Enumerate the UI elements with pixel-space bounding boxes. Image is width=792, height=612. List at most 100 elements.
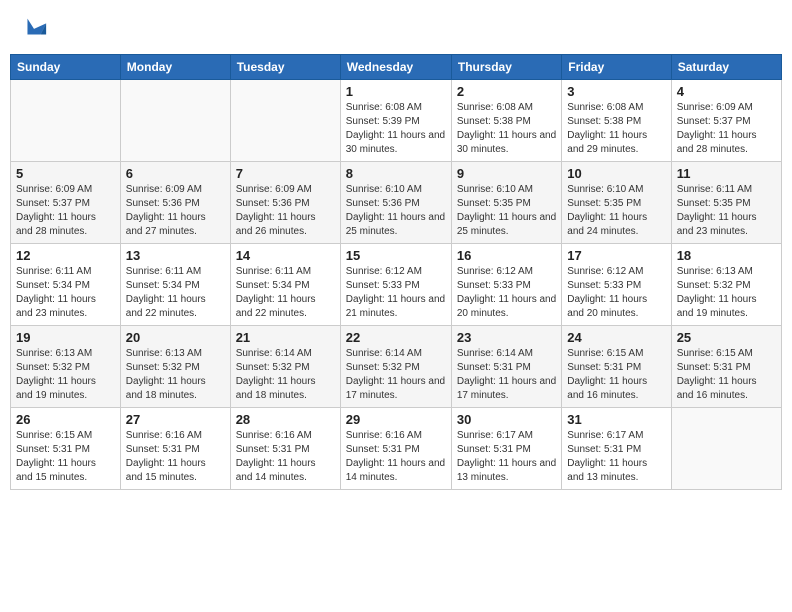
day-number: 6 (126, 166, 225, 181)
calendar-header-row: SundayMondayTuesdayWednesdayThursdayFrid… (11, 55, 782, 80)
calendar-week-row: 1 Sunrise: 6:08 AMSunset: 5:39 PMDaylight… (11, 80, 782, 162)
day-number: 7 (236, 166, 335, 181)
day-number: 18 (677, 248, 776, 263)
day-info: Sunrise: 6:11 AMSunset: 5:35 PMDaylight:… (677, 183, 776, 239)
day-info: Sunrise: 6:14 AMSunset: 5:32 PMDaylight:… (346, 347, 446, 403)
column-header-monday: Monday (120, 55, 230, 80)
day-number: 12 (16, 248, 115, 263)
header (10, 10, 782, 46)
day-info: Sunrise: 6:15 AMSunset: 5:31 PMDaylight:… (677, 347, 776, 403)
logo-icon (20, 14, 48, 42)
calendar-day-cell: 30 Sunrise: 6:17 AMSunset: 5:31 PMDayligh… (451, 408, 561, 490)
day-info: Sunrise: 6:15 AMSunset: 5:31 PMDaylight:… (567, 347, 665, 403)
calendar-day-cell: 22Sunrise: 6:14 AMSunset: 5:32 PMDayligh… (340, 326, 451, 408)
day-number: 10 (567, 166, 665, 181)
day-info: Sunrise: 6:10 AMSunset: 5:35 PMDaylight:… (457, 183, 556, 239)
day-info: Sunrise: 6:10 AMSunset: 5:36 PMDaylight:… (346, 183, 446, 239)
day-info: Sunrise: 6:13 AMSunset: 5:32 PMDaylight:… (16, 347, 115, 403)
calendar-day-cell: 28 Sunrise: 6:16 AMSunset: 5:31 PMDayligh… (230, 408, 340, 490)
calendar-day-cell: 18 Sunrise: 6:13 AMSunset: 5:32 PMDayligh… (671, 244, 781, 326)
day-number: 27 (126, 412, 225, 427)
logo (18, 14, 48, 42)
day-number: 4 (677, 84, 776, 99)
day-number: 16 (457, 248, 556, 263)
column-header-wednesday: Wednesday (340, 55, 451, 80)
calendar-day-cell: 15Sunrise: 6:12 AMSunset: 5:33 PMDayligh… (340, 244, 451, 326)
calendar-day-cell: 17Sunrise: 6:12 AMSunset: 5:33 PMDayligh… (562, 244, 671, 326)
day-number: 24 (567, 330, 665, 345)
day-info: Sunrise: 6:13 AMSunset: 5:32 PMDaylight:… (126, 347, 225, 403)
day-number: 19 (16, 330, 115, 345)
day-info: Sunrise: 6:12 AMSunset: 5:33 PMDaylight:… (457, 265, 556, 321)
calendar-day-cell: 9 Sunrise: 6:10 AMSunset: 5:35 PMDaylight… (451, 162, 561, 244)
calendar-day-cell (671, 408, 781, 490)
day-number: 14 (236, 248, 335, 263)
day-info: Sunrise: 6:09 AMSunset: 5:36 PMDaylight:… (236, 183, 335, 239)
day-info: Sunrise: 6:08 AMSunset: 5:39 PMDaylight:… (346, 101, 446, 157)
calendar-day-cell: 25 Sunrise: 6:15 AMSunset: 5:31 PMDayligh… (671, 326, 781, 408)
calendar-day-cell: 5Sunrise: 6:09 AMSunset: 5:37 PMDaylight… (11, 162, 121, 244)
calendar-day-cell: 13 Sunrise: 6:11 AMSunset: 5:34 PMDayligh… (120, 244, 230, 326)
calendar-day-cell: 4 Sunrise: 6:09 AMSunset: 5:37 PMDaylight… (671, 80, 781, 162)
calendar-day-cell: 23Sunrise: 6:14 AMSunset: 5:31 PMDayligh… (451, 326, 561, 408)
calendar-day-cell: 21Sunrise: 6:14 AMSunset: 5:32 PMDayligh… (230, 326, 340, 408)
calendar-day-cell: 7 Sunrise: 6:09 AMSunset: 5:36 PMDaylight… (230, 162, 340, 244)
day-info: Sunrise: 6:12 AMSunset: 5:33 PMDaylight:… (346, 265, 446, 321)
day-info: Sunrise: 6:11 AMSunset: 5:34 PMDaylight:… (236, 265, 335, 321)
day-number: 5 (16, 166, 115, 181)
calendar-day-cell: 11 Sunrise: 6:11 AMSunset: 5:35 PMDayligh… (671, 162, 781, 244)
calendar-day-cell: 31 Sunrise: 6:17 AMSunset: 5:31 PMDayligh… (562, 408, 671, 490)
calendar-day-cell: 10 Sunrise: 6:10 AMSunset: 5:35 PMDayligh… (562, 162, 671, 244)
day-info: Sunrise: 6:11 AMSunset: 5:34 PMDaylight:… (16, 265, 115, 321)
day-info: Sunrise: 6:11 AMSunset: 5:34 PMDaylight:… (126, 265, 225, 321)
calendar-day-cell: 20 Sunrise: 6:13 AMSunset: 5:32 PMDayligh… (120, 326, 230, 408)
calendar-day-cell (230, 80, 340, 162)
calendar-day-cell: 26Sunrise: 6:15 AMSunset: 5:31 PMDayligh… (11, 408, 121, 490)
calendar-week-row: 26Sunrise: 6:15 AMSunset: 5:31 PMDayligh… (11, 408, 782, 490)
calendar-week-row: 19 Sunrise: 6:13 AMSunset: 5:32 PMDayligh… (11, 326, 782, 408)
calendar-day-cell: 27 Sunrise: 6:16 AMSunset: 5:31 PMDayligh… (120, 408, 230, 490)
calendar-week-row: 5Sunrise: 6:09 AMSunset: 5:37 PMDaylight… (11, 162, 782, 244)
column-header-friday: Friday (562, 55, 671, 80)
day-info: Sunrise: 6:09 AMSunset: 5:36 PMDaylight:… (126, 183, 225, 239)
day-number: 20 (126, 330, 225, 345)
day-number: 29 (346, 412, 446, 427)
day-info: Sunrise: 6:16 AMSunset: 5:31 PMDaylight:… (346, 429, 446, 485)
calendar-day-cell: 19 Sunrise: 6:13 AMSunset: 5:32 PMDayligh… (11, 326, 121, 408)
day-number: 25 (677, 330, 776, 345)
day-info: Sunrise: 6:17 AMSunset: 5:31 PMDaylight:… (457, 429, 556, 485)
calendar-day-cell: 3Sunrise: 6:08 AMSunset: 5:38 PMDaylight… (562, 80, 671, 162)
calendar-day-cell: 8 Sunrise: 6:10 AMSunset: 5:36 PMDaylight… (340, 162, 451, 244)
day-number: 30 (457, 412, 556, 427)
column-header-saturday: Saturday (671, 55, 781, 80)
day-info: Sunrise: 6:17 AMSunset: 5:31 PMDaylight:… (567, 429, 665, 485)
calendar-day-cell: 1 Sunrise: 6:08 AMSunset: 5:39 PMDaylight… (340, 80, 451, 162)
day-info: Sunrise: 6:16 AMSunset: 5:31 PMDaylight:… (236, 429, 335, 485)
day-number: 1 (346, 84, 446, 99)
day-number: 31 (567, 412, 665, 427)
day-number: 8 (346, 166, 446, 181)
day-info: Sunrise: 6:08 AMSunset: 5:38 PMDaylight:… (457, 101, 556, 157)
day-number: 13 (126, 248, 225, 263)
calendar-day-cell: 2 Sunrise: 6:08 AMSunset: 5:38 PMDaylight… (451, 80, 561, 162)
calendar-day-cell: 12 Sunrise: 6:11 AMSunset: 5:34 PMDayligh… (11, 244, 121, 326)
calendar-day-cell: 14 Sunrise: 6:11 AMSunset: 5:34 PMDayligh… (230, 244, 340, 326)
calendar-day-cell: 24 Sunrise: 6:15 AMSunset: 5:31 PMDayligh… (562, 326, 671, 408)
calendar-day-cell: 16 Sunrise: 6:12 AMSunset: 5:33 PMDayligh… (451, 244, 561, 326)
day-number: 9 (457, 166, 556, 181)
day-number: 2 (457, 84, 556, 99)
day-info: Sunrise: 6:13 AMSunset: 5:32 PMDaylight:… (677, 265, 776, 321)
day-info: Sunrise: 6:15 AMSunset: 5:31 PMDaylight:… (16, 429, 115, 485)
calendar-day-cell: 29 Sunrise: 6:16 AMSunset: 5:31 PMDayligh… (340, 408, 451, 490)
calendar-day-cell: 6 Sunrise: 6:09 AMSunset: 5:36 PMDaylight… (120, 162, 230, 244)
day-info: Sunrise: 6:09 AMSunset: 5:37 PMDaylight:… (677, 101, 776, 157)
calendar-week-row: 12 Sunrise: 6:11 AMSunset: 5:34 PMDayligh… (11, 244, 782, 326)
day-number: 28 (236, 412, 335, 427)
day-info: Sunrise: 6:16 AMSunset: 5:31 PMDaylight:… (126, 429, 225, 485)
column-header-tuesday: Tuesday (230, 55, 340, 80)
column-header-thursday: Thursday (451, 55, 561, 80)
day-number: 11 (677, 166, 776, 181)
day-info: Sunrise: 6:12 AMSunset: 5:33 PMDaylight:… (567, 265, 665, 321)
day-info: Sunrise: 6:10 AMSunset: 5:35 PMDaylight:… (567, 183, 665, 239)
day-info: Sunrise: 6:14 AMSunset: 5:31 PMDaylight:… (457, 347, 556, 403)
